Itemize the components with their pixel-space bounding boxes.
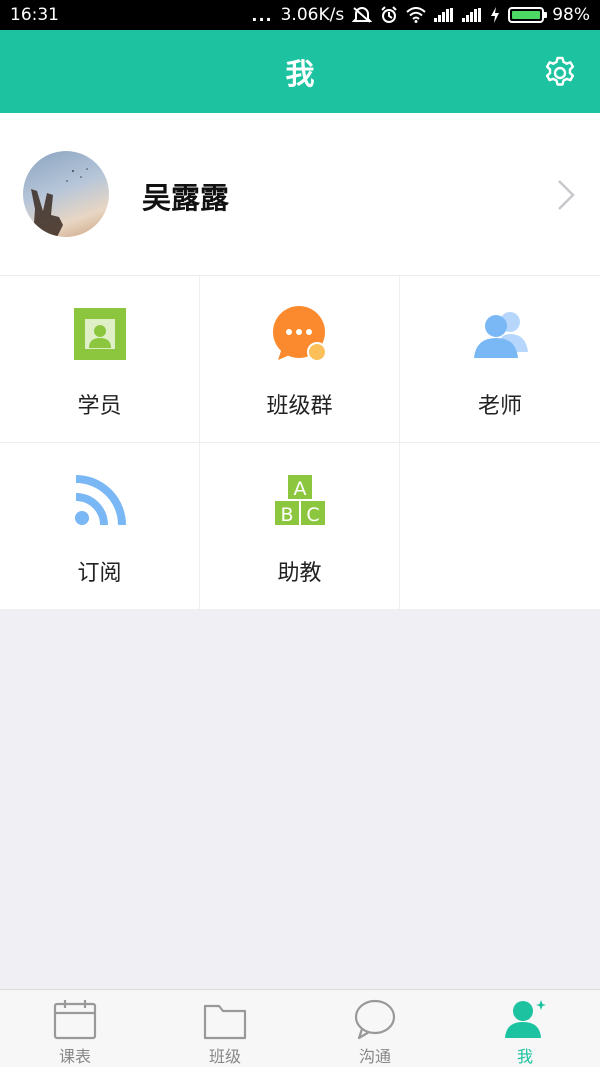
grid-item-teachers[interactable]: 老师 xyxy=(400,276,600,443)
tab-bar: 课表 班级 沟通 我 xyxy=(0,989,600,1067)
grid-item-empty xyxy=(400,443,600,610)
svg-text:B: B xyxy=(280,504,293,526)
status-bar: 16:31 ... 3.06K/s 98% xyxy=(0,0,600,30)
status-right: ... 3.06K/s 98% xyxy=(251,5,590,25)
grid-item-label: 助教 xyxy=(277,561,322,586)
signal-icon xyxy=(462,8,482,22)
battery-icon xyxy=(508,7,548,23)
grid-item-label: 班级群 xyxy=(266,394,333,419)
rss-icon xyxy=(75,475,126,526)
tab-label: 沟通 xyxy=(358,1047,391,1066)
folder-icon xyxy=(203,1004,247,1040)
feature-grid: 学员 班级群 老师 订阅 A B C 助教 xyxy=(0,276,600,610)
header: 我 xyxy=(0,30,600,113)
more-notifications-indicator: ... xyxy=(251,5,273,25)
gear-icon[interactable] xyxy=(542,54,578,90)
tab-class[interactable]: 班级 xyxy=(150,990,300,1067)
grid-item-label: 学员 xyxy=(77,394,122,419)
grid-item-subscribe[interactable]: 订阅 xyxy=(0,443,200,610)
tab-label: 班级 xyxy=(208,1047,241,1066)
abc-blocks-icon: A B C xyxy=(275,475,325,526)
svg-text:C: C xyxy=(306,504,319,526)
battery-percent: 98% xyxy=(552,5,590,25)
profile-row[interactable]: 吴露露 xyxy=(0,113,600,276)
svg-text:A: A xyxy=(294,478,307,500)
grid-item-label: 订阅 xyxy=(77,561,122,586)
wifi-icon xyxy=(406,7,426,23)
student-card-icon xyxy=(74,308,126,360)
chat-icon xyxy=(354,999,396,1040)
chevron-right-icon xyxy=(558,180,575,210)
calendar-icon xyxy=(53,1000,97,1040)
status-time: 16:31 xyxy=(10,5,59,25)
avatar[interactable] xyxy=(23,151,109,237)
page-title: 我 xyxy=(285,56,315,91)
tab-schedule[interactable]: 课表 xyxy=(0,990,150,1067)
tab-label: 我 xyxy=(516,1047,533,1066)
grid-item-students[interactable]: 学员 xyxy=(0,276,200,443)
charging-icon xyxy=(491,7,500,23)
tab-label: 课表 xyxy=(58,1047,91,1066)
grid-item-assistant[interactable]: A B C 助教 xyxy=(200,443,400,610)
tab-me[interactable]: 我 xyxy=(450,990,600,1067)
tab-communicate[interactable]: 沟通 xyxy=(300,990,450,1067)
chat-bubble-icon xyxy=(273,306,327,362)
teachers-icon xyxy=(474,312,528,358)
mute-icon xyxy=(352,7,373,23)
network-speed: 3.06K/s xyxy=(280,5,345,25)
grid-item-class-group[interactable]: 班级群 xyxy=(200,276,400,443)
alarm-icon xyxy=(381,6,397,23)
person-icon xyxy=(505,1000,546,1038)
signal-icon xyxy=(434,8,454,22)
grid-item-label: 老师 xyxy=(477,394,522,419)
profile-name: 吴露露 xyxy=(142,181,230,215)
avatar-photo xyxy=(31,168,88,237)
